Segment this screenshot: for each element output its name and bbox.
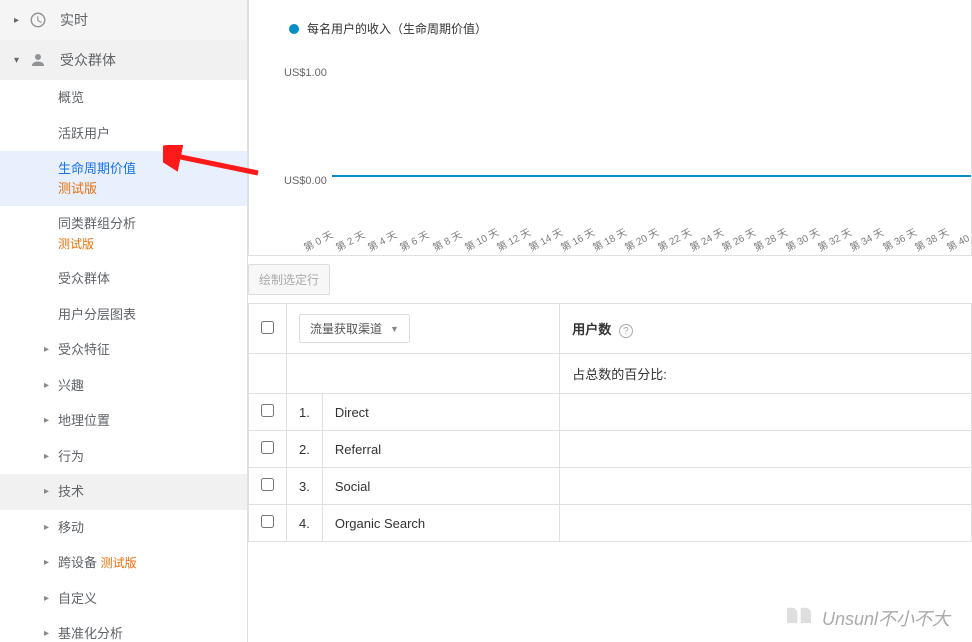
user-icon	[28, 50, 48, 70]
x-axis-tick: 第 4 天	[365, 230, 393, 255]
sub-audiences[interactable]: 受众群体	[0, 261, 247, 297]
row-checkbox[interactable]	[261, 404, 274, 417]
row-index: 2.	[287, 431, 323, 468]
sub-benchmark[interactable]: ▸基准化分析	[0, 616, 247, 642]
select-all-checkbox[interactable]	[261, 321, 274, 334]
plot-selected-button[interactable]: 绘制选定行	[248, 264, 330, 295]
data-table: 流量获取渠道 ▼ 用户数 ? 占总数的百分比: 1. Direct	[248, 303, 972, 542]
sub-behavior[interactable]: ▸行为	[0, 439, 247, 475]
row-checkbox[interactable]	[261, 441, 274, 454]
x-axis-tick: 第 2 天	[333, 230, 361, 255]
nav-label: 受众群体	[60, 50, 116, 70]
sub-technology[interactable]: ▸技术	[0, 474, 247, 510]
chevron-down-icon: ▾	[14, 55, 24, 66]
chevron-right-icon: ▸	[44, 522, 54, 533]
chevron-right-icon: ▸	[14, 15, 24, 26]
row-checkbox[interactable]	[261, 478, 274, 491]
users-header[interactable]: 用户数 ?	[560, 304, 972, 354]
row-value	[560, 505, 972, 542]
plot-row: 绘制选定行	[248, 256, 972, 303]
x-axis-labels: 第 0 天第 2 天第 4 天第 6 天第 8 天第 10 天第 12 天第 1…	[304, 240, 971, 255]
chevron-right-icon: ▸	[44, 415, 54, 426]
row-label: Organic Search	[322, 505, 559, 542]
row-label: Referral	[322, 431, 559, 468]
row-index: 1.	[287, 394, 323, 431]
chevron-right-icon: ▸	[44, 451, 54, 462]
clock-icon	[28, 10, 48, 30]
sub-active-users[interactable]: 活跃用户	[0, 116, 247, 152]
row-label: Direct	[322, 394, 559, 431]
row-value	[560, 431, 972, 468]
x-axis-tick: 第 0 天	[300, 230, 328, 255]
sub-demographics[interactable]: ▸受众特征	[0, 332, 247, 368]
y-axis-label: US$0.00	[284, 175, 327, 187]
percent-label: 占总数的百分比:	[560, 354, 972, 394]
chart-body: US$1.00 US$0.00 第 0 天第 2 天第 4 天第 6 天第 8 …	[284, 45, 971, 255]
chart-series-line	[332, 175, 971, 177]
table-row[interactable]: 1. Direct	[249, 394, 972, 431]
row-value	[560, 468, 972, 505]
chart-panel: 每名用户的收入（生命周期价值） US$1.00 US$0.00 第 0 天第 2…	[248, 0, 972, 256]
table-row[interactable]: 4. Organic Search	[249, 505, 972, 542]
nav-label: 实时	[60, 10, 88, 30]
row-value	[560, 394, 972, 431]
sidebar: ▸ 实时 ▾ 受众群体 概览 活跃用户 生命周期价值测试版 同类群组分析测试版 …	[0, 0, 248, 642]
checkbox-header[interactable]	[249, 304, 287, 354]
legend-dot-icon	[289, 24, 299, 34]
sub-mobile[interactable]: ▸移动	[0, 510, 247, 546]
chevron-right-icon: ▸	[44, 380, 54, 391]
row-checkbox[interactable]	[261, 515, 274, 528]
sub-cross-device[interactable]: ▸跨设备 测试版	[0, 545, 247, 581]
chevron-right-icon: ▸	[44, 593, 54, 604]
chart-legend[interactable]: 每名用户的收入（生命周期价值）	[249, 20, 971, 45]
row-label: Social	[322, 468, 559, 505]
chevron-right-icon: ▸	[44, 344, 54, 355]
audience-submenu: 概览 活跃用户 生命周期价值测试版 同类群组分析测试版 受众群体 用户分层图表 …	[0, 80, 247, 642]
row-index: 3.	[287, 468, 323, 505]
y-axis-label: US$1.00	[284, 67, 327, 79]
legend-label: 每名用户的收入（生命周期价值）	[307, 20, 487, 37]
x-axis-tick: 第 10 天	[461, 230, 489, 255]
sub-user-explorer[interactable]: 用户分层图表	[0, 297, 247, 333]
sub-lifetime-value[interactable]: 生命周期价值测试版	[0, 151, 247, 206]
sub-overview[interactable]: 概览	[0, 80, 247, 116]
dimension-dropdown[interactable]: 流量获取渠道 ▼	[299, 314, 410, 343]
nav-realtime[interactable]: ▸ 实时	[0, 0, 247, 40]
table-row[interactable]: 3. Social	[249, 468, 972, 505]
table-row[interactable]: 2. Referral	[249, 431, 972, 468]
sub-geo[interactable]: ▸地理位置	[0, 403, 247, 439]
help-icon[interactable]: ?	[619, 324, 633, 338]
chevron-right-icon: ▸	[44, 557, 54, 568]
sub-cohort[interactable]: 同类群组分析测试版	[0, 206, 247, 261]
nav-audience[interactable]: ▾ 受众群体	[0, 40, 247, 80]
sub-custom[interactable]: ▸自定义	[0, 581, 247, 617]
chevron-right-icon: ▸	[44, 486, 54, 497]
x-axis-tick: 第 6 天	[397, 230, 425, 255]
dimension-header: 流量获取渠道 ▼	[287, 304, 560, 354]
chevron-right-icon: ▸	[44, 628, 54, 639]
main-content: 每名用户的收入（生命周期价值） US$1.00 US$0.00 第 0 天第 2…	[248, 0, 972, 642]
row-index: 4.	[287, 505, 323, 542]
sub-interests[interactable]: ▸兴趣	[0, 368, 247, 404]
caret-down-icon: ▼	[390, 324, 399, 334]
x-axis-tick: 第 8 天	[429, 230, 457, 255]
